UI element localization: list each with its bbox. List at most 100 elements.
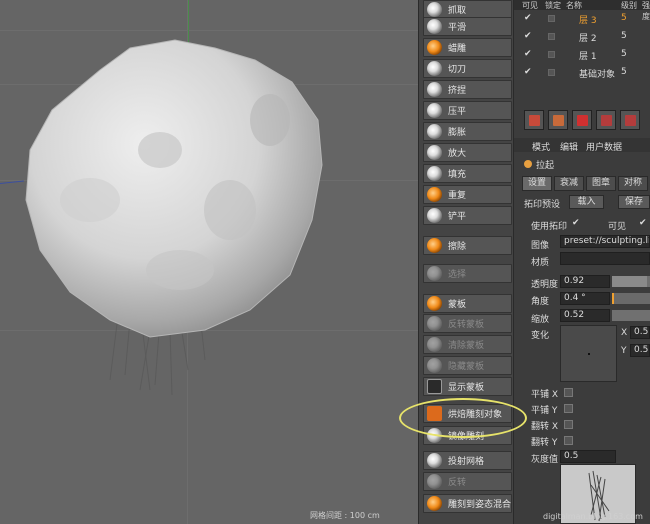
use-stamp-check-icon[interactable]: ✔ [572, 218, 580, 228]
lock-checkbox[interactable] [548, 69, 555, 76]
menu-user-data[interactable]: 用户数据 [586, 140, 622, 153]
preset-label: 拓印预设 [524, 200, 561, 210]
knife-brush-icon [427, 61, 442, 76]
inflate-brush-icon [427, 124, 442, 139]
opacity-field[interactable]: 0.92 [560, 275, 610, 288]
tool-label: 反转 [448, 478, 467, 488]
flip-x-label: 翻转 X [531, 422, 559, 432]
grab-brush-icon [427, 2, 442, 17]
tool-label: 显示蒙板 [448, 383, 485, 393]
tool-button-21[interactable]: 反转 [423, 472, 512, 491]
tab-symmetry[interactable]: 对称 [618, 176, 649, 191]
layer-row[interactable]: ✔ 层 1 5 [514, 46, 650, 64]
tool-button-4[interactable]: 挤捏 [423, 80, 512, 99]
pull-brush-icon [524, 160, 532, 168]
3d-viewport[interactable]: 网格间距 : 100 cm [0, 0, 418, 524]
lock-checkbox[interactable] [548, 15, 555, 22]
angle-slider[interactable] [612, 293, 650, 304]
load-button[interactable]: 载入 [569, 195, 604, 209]
tool-button-14[interactable]: 反转蒙板 [423, 314, 512, 333]
tool-label: 切刀 [448, 65, 467, 75]
menu-edit[interactable]: 编辑 [560, 140, 578, 153]
tool-button-10[interactable]: 铲平 [423, 206, 512, 225]
mask-icon [427, 296, 442, 311]
tile-x-label: 平铺 X [531, 390, 559, 400]
sculpt-object[interactable] [0, 0, 418, 524]
tool-button-11[interactable]: 擦除 [423, 236, 512, 255]
tool-button-16[interactable]: 隐藏蒙板 [423, 356, 512, 375]
sculpt-tool-palette: 抓取 平滑 蜡雕 切刀 挤捏 压平 膨胀 放大 填充 重复 铲平 擦除 选择 蒙板 反转蒙板 清除蒙板 隐藏蒙板… [418, 0, 514, 524]
lock-checkbox[interactable] [548, 51, 555, 58]
tool-button-6[interactable]: 膨胀 [423, 122, 512, 141]
visible-label: 可见 [608, 222, 627, 232]
tool-button-8[interactable]: 填充 [423, 164, 512, 183]
tool-button-7[interactable]: 放大 [423, 143, 512, 162]
visible-check-icon[interactable]: ✔ [639, 218, 647, 228]
tool-button-15[interactable]: 清除蒙板 [423, 335, 512, 354]
tool-button-9[interactable]: 重复 [423, 185, 512, 204]
merge-layer-button[interactable] [620, 110, 640, 130]
opacity-label: 透明度 [531, 280, 559, 290]
tool-label: 膨胀 [448, 128, 467, 138]
tool-button-17[interactable]: 显示蒙板 [423, 377, 512, 396]
invert-icon [427, 474, 442, 489]
visible-check-icon[interactable]: ✔ [524, 68, 533, 77]
tool-button-1[interactable]: 平滑 [423, 17, 512, 36]
tool-button-2[interactable]: 蜡雕 [423, 38, 512, 57]
save-button[interactable]: 保存 [618, 195, 650, 209]
y-field[interactable]: 0.5 [630, 344, 650, 357]
image-field[interactable]: preset://sculpting.lib4 [560, 235, 650, 248]
grayscale-field[interactable]: 0.5 [560, 450, 616, 463]
menu-mode[interactable]: 模式 [532, 140, 550, 153]
flip-y-checkbox[interactable] [564, 436, 573, 445]
tab-stamp[interactable]: 图章 [586, 176, 617, 191]
transform-label: 变化 [531, 331, 550, 341]
opacity-slider-fill [612, 276, 647, 287]
tool-button-3[interactable]: 切刀 [423, 59, 512, 78]
x-field[interactable]: 0.5 [630, 326, 650, 339]
show-mask-icon [427, 379, 442, 394]
tool-button-20[interactable]: 投射网格 [423, 451, 512, 470]
add-layer-button[interactable] [524, 110, 544, 130]
angle-field[interactable]: 0.4 ° [560, 292, 610, 305]
tool-button-13[interactable]: 蒙板 [423, 294, 512, 313]
tab-falloff[interactable]: 衰减 [554, 176, 585, 191]
tile-x-checkbox[interactable] [564, 388, 573, 397]
tool-label: 反转蒙板 [448, 320, 485, 330]
tab-settings[interactable]: 设置 [522, 176, 553, 191]
tool-button-12[interactable]: 选择 [423, 264, 512, 283]
bake-layer-button[interactable] [596, 110, 616, 130]
right-panel: 可见 锁定 名称 级别 强度 ✔ 层 3 5 ✔ 层 2 5 ✔ 层 1 5 ✔ 基础对象 5 模式 … [514, 0, 650, 524]
tool-button-5[interactable]: 压平 [423, 101, 512, 120]
scale-slider[interactable] [612, 310, 650, 321]
tool-button-22[interactable]: 雕刻到姿态混合 [423, 494, 512, 513]
flip-x-checkbox[interactable] [564, 420, 573, 429]
offset-pad[interactable] [560, 325, 617, 382]
repeat-brush-icon [427, 187, 442, 202]
opacity-slider[interactable] [612, 276, 650, 287]
select-brush-icon [427, 266, 442, 281]
material-field[interactable] [560, 252, 650, 265]
layer-row[interactable]: ✔ 层 3 5 [514, 10, 650, 28]
layer-row[interactable]: ✔ 层 2 5 [514, 28, 650, 46]
flatten-brush-icon [427, 103, 442, 118]
delete-layer-button[interactable] [572, 110, 592, 130]
layer-row[interactable]: ✔ 基础对象 5 [514, 64, 650, 82]
tile-y-checkbox[interactable] [564, 404, 573, 413]
add-folder-button[interactable] [548, 110, 568, 130]
tool-label: 铲平 [448, 212, 467, 222]
wax-brush-icon [427, 40, 442, 55]
use-stamp-label: 使用拓印 [531, 222, 568, 232]
visible-check-icon[interactable]: ✔ [524, 50, 533, 59]
grayscale-label: 灰度值 [531, 455, 559, 465]
visible-check-icon[interactable]: ✔ [524, 14, 533, 23]
scale-field[interactable]: 0.52 [560, 309, 610, 322]
layer-level: 5 [621, 31, 627, 41]
attribute-tabs: 设置 衰减 图章 对称 [522, 176, 650, 191]
tool-label: 蒙板 [448, 300, 467, 310]
material-label: 材质 [531, 258, 550, 268]
visible-check-icon[interactable]: ✔ [524, 32, 533, 41]
layer-name: 层 1 [579, 52, 597, 62]
tile-y-label: 平铺 Y [531, 406, 558, 416]
lock-checkbox[interactable] [548, 33, 555, 40]
